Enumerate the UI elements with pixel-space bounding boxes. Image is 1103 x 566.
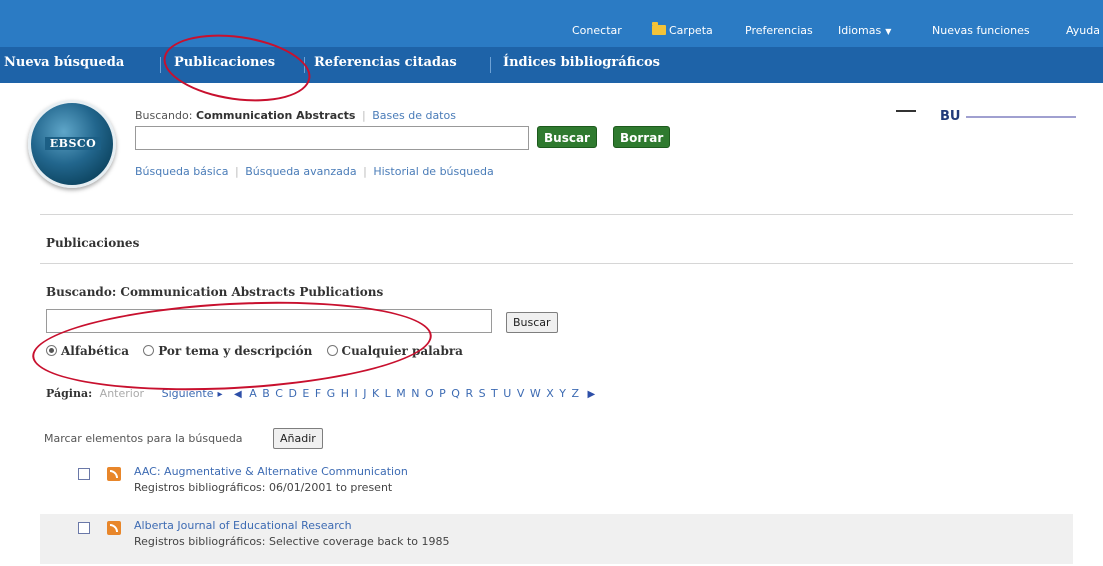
- publications-buscar-button[interactable]: Buscar: [506, 312, 558, 333]
- buscar-button[interactable]: Buscar: [537, 126, 597, 148]
- list-item: AAC: Augmentative & Alternative Communic…: [40, 460, 1073, 510]
- list-item: Alberta Journal of Educational Research …: [40, 514, 1073, 564]
- folder-icon: [652, 22, 666, 35]
- nav-referencias-citadas[interactable]: Referencias citadas: [314, 55, 457, 70]
- preferencias-link[interactable]: Preferencias: [745, 24, 813, 37]
- main-search-input[interactable]: [135, 126, 529, 150]
- next-arrow-icon[interactable]: ▸: [217, 389, 222, 400]
- publications-search-label: Buscando: Communication Abstracts Public…: [46, 285, 384, 299]
- university-icon: [896, 110, 916, 124]
- nav-divider: [490, 57, 491, 73]
- bases-de-datos-link[interactable]: Bases de datos: [372, 109, 456, 122]
- idiomas-menu[interactable]: Idiomas ▼: [838, 24, 891, 37]
- next-letter-icon[interactable]: ▶: [588, 389, 596, 400]
- result-title-link[interactable]: Alberta Journal of Educational Research: [134, 519, 352, 532]
- busqueda-basica-link[interactable]: Búsqueda básica: [135, 165, 229, 178]
- nav-indices-bibliograficos[interactable]: Índices bibliográficos: [503, 55, 660, 70]
- historial-link[interactable]: Historial de búsqueda: [373, 165, 493, 178]
- mark-items-label: Marcar elementos para la búsqueda: [44, 432, 243, 445]
- ebsco-logo-text: EBSCO: [45, 137, 101, 150]
- result-title-link[interactable]: AAC: Augmentative & Alternative Communic…: [134, 465, 408, 478]
- bu-banner: [966, 116, 1076, 118]
- nav-nueva-busqueda[interactable]: Nueva búsqueda: [4, 55, 124, 70]
- conectar-link[interactable]: Conectar: [572, 24, 622, 37]
- busqueda-avanzada-link[interactable]: Búsqueda avanzada: [245, 165, 356, 178]
- bu-library-logo: BU: [896, 108, 1086, 132]
- page-title: Publicaciones: [46, 236, 140, 250]
- result-coverage: Registros bibliográficos: 06/01/2001 to …: [134, 481, 393, 494]
- anadir-button[interactable]: Añadir: [273, 428, 323, 449]
- nuevas-funciones-link[interactable]: Nuevas funciones: [932, 24, 1030, 37]
- rss-icon[interactable]: [107, 467, 121, 481]
- divider: [40, 214, 1073, 215]
- divider: |: [361, 109, 366, 122]
- carpeta-label: Carpeta: [669, 24, 713, 37]
- divider: |: [235, 165, 239, 178]
- ayuda-link[interactable]: Ayuda: [1066, 24, 1100, 37]
- idiomas-label: Idiomas: [838, 24, 882, 37]
- result-checkbox[interactable]: [78, 522, 90, 534]
- nav-divider: [160, 57, 161, 73]
- result-checkbox[interactable]: [78, 468, 90, 480]
- database-name: Communication Abstracts: [195, 109, 356, 122]
- divider: |: [363, 165, 367, 178]
- prev-letter-icon[interactable]: ◀: [234, 389, 242, 400]
- borrar-button[interactable]: Borrar: [613, 126, 671, 148]
- rss-icon[interactable]: [107, 521, 121, 535]
- carpeta-link[interactable]: Carpeta: [652, 22, 713, 37]
- alphabet-pager: Página: Anterior Siguiente ▸ ◀ A B C D E …: [46, 387, 599, 400]
- mark-items-row: Marcar elementos para la búsqueda: [44, 432, 243, 445]
- chevron-down-icon: ▼: [885, 27, 892, 36]
- search-database-label: Buscando: Communication Abstracts | Base…: [135, 109, 456, 122]
- alphabet-letters[interactable]: A B C D E F G H I J K L M N O P Q R S T …: [249, 387, 580, 400]
- pager-label: Página:: [46, 387, 93, 400]
- result-coverage: Registros bibliográficos: Selective cove…: [134, 535, 450, 548]
- bu-text: BU: [940, 109, 961, 124]
- pager-prev: Anterior: [99, 387, 145, 400]
- ebsco-logo[interactable]: EBSCO: [28, 100, 116, 188]
- top-utility-bar: Conectar Carpeta Preferencias Idiomas ▼ N…: [0, 0, 1103, 47]
- search-mode-links: Búsqueda básica | Búsqueda avanzada | Hi…: [135, 165, 494, 178]
- searching-prefix: Buscando:: [135, 109, 193, 122]
- divider: [40, 263, 1073, 264]
